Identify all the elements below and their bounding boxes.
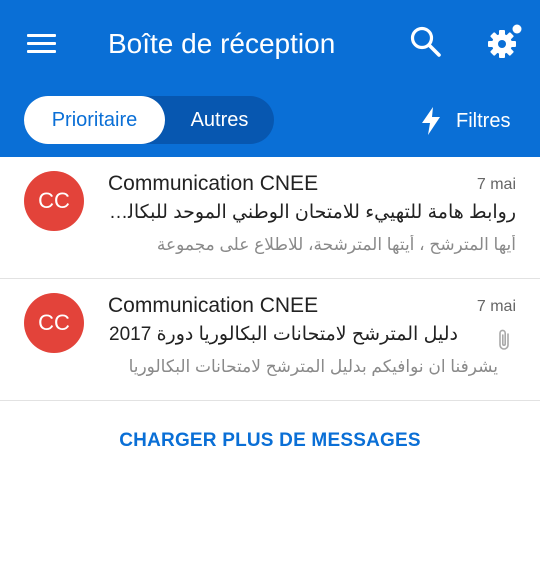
filter-button[interactable]: Filtres xyxy=(420,104,510,138)
page-title: Boîte de réception xyxy=(108,28,336,59)
gear-icon[interactable] xyxy=(484,22,524,62)
filter-label: Filtres xyxy=(456,109,511,132)
avatar: CC xyxy=(24,171,84,231)
app-header: Boîte de réception Prioritaire Autres Fi… xyxy=(0,0,540,157)
bolt-icon xyxy=(422,107,440,135)
message-preview: أيها المترشح ، أيتها المترشحة، للاطلاع ع… xyxy=(156,235,516,254)
search-icon[interactable] xyxy=(408,24,444,60)
menu-icon[interactable] xyxy=(24,28,60,58)
message-row[interactable]: CC Communication CNEE 7 mai روابط هامة ل… xyxy=(0,157,540,279)
load-more-button[interactable]: CHARGER PLUS DE MESSAGES xyxy=(0,430,540,452)
message-subject: دليل المترشح لامتحانات البكالوريا دورة 2… xyxy=(109,324,458,345)
attachment-icon xyxy=(499,329,509,350)
message-date: 7 mai xyxy=(476,298,516,315)
message-date: 7 mai xyxy=(476,176,516,193)
tab-prioritaire[interactable]: Prioritaire xyxy=(24,96,165,144)
tab-autres[interactable]: Autres xyxy=(165,96,274,144)
message-sender: Communication CNEE xyxy=(108,172,319,195)
inbox-tab-switch: Prioritaire Autres xyxy=(24,96,274,144)
message-row[interactable]: CC Communication CNEE 7 mai دليل المترشح… xyxy=(0,279,540,401)
avatar: CC xyxy=(24,293,84,353)
message-subject: روابط هامة للتهييء للامتحان الوطني الموح… xyxy=(108,202,516,223)
message-sender: Communication CNEE xyxy=(108,294,319,317)
message-preview: يشرفنا ان نوافيكم بدليل المترشح لامتحانا… xyxy=(128,357,498,376)
